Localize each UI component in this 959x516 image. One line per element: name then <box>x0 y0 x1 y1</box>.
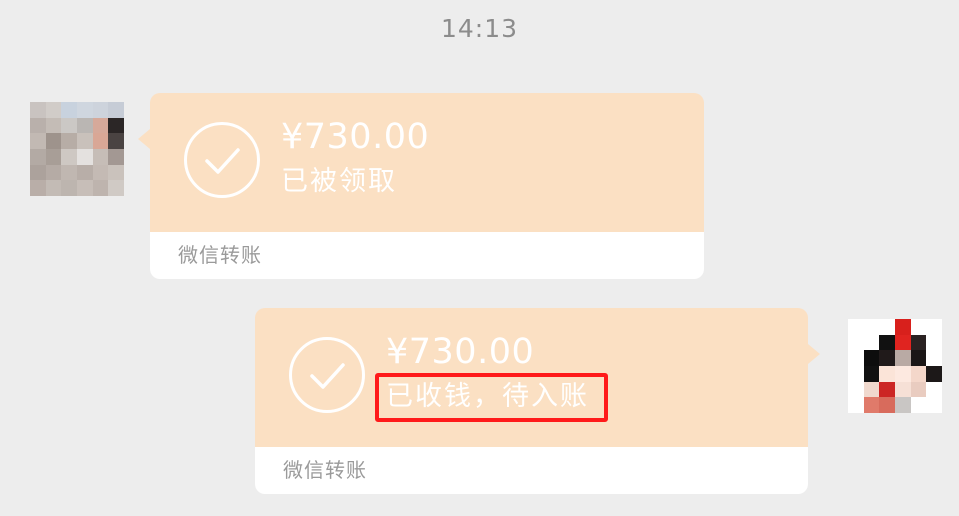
transfer-status: 已被领取 <box>281 166 397 197</box>
bubble-tail <box>808 344 820 364</box>
status-highlight-box <box>375 373 608 422</box>
contact-avatar[interactable] <box>30 102 124 196</box>
message-timestamp: 14:13 <box>440 14 519 43</box>
transfer-amount: ¥730.00 <box>281 117 430 157</box>
transfer-message-received[interactable]: ¥730.00 已被领取 微信转账 <box>138 93 704 279</box>
check-circle-icon <box>289 337 365 413</box>
transfer-amount: ¥730.00 <box>386 332 535 372</box>
transfer-source-label: 微信转账 <box>178 243 262 267</box>
transfer-source-label: 微信转账 <box>283 458 367 482</box>
user-avatar[interactable] <box>848 319 942 413</box>
check-circle-icon <box>184 122 260 198</box>
bubble-tail <box>138 129 150 149</box>
